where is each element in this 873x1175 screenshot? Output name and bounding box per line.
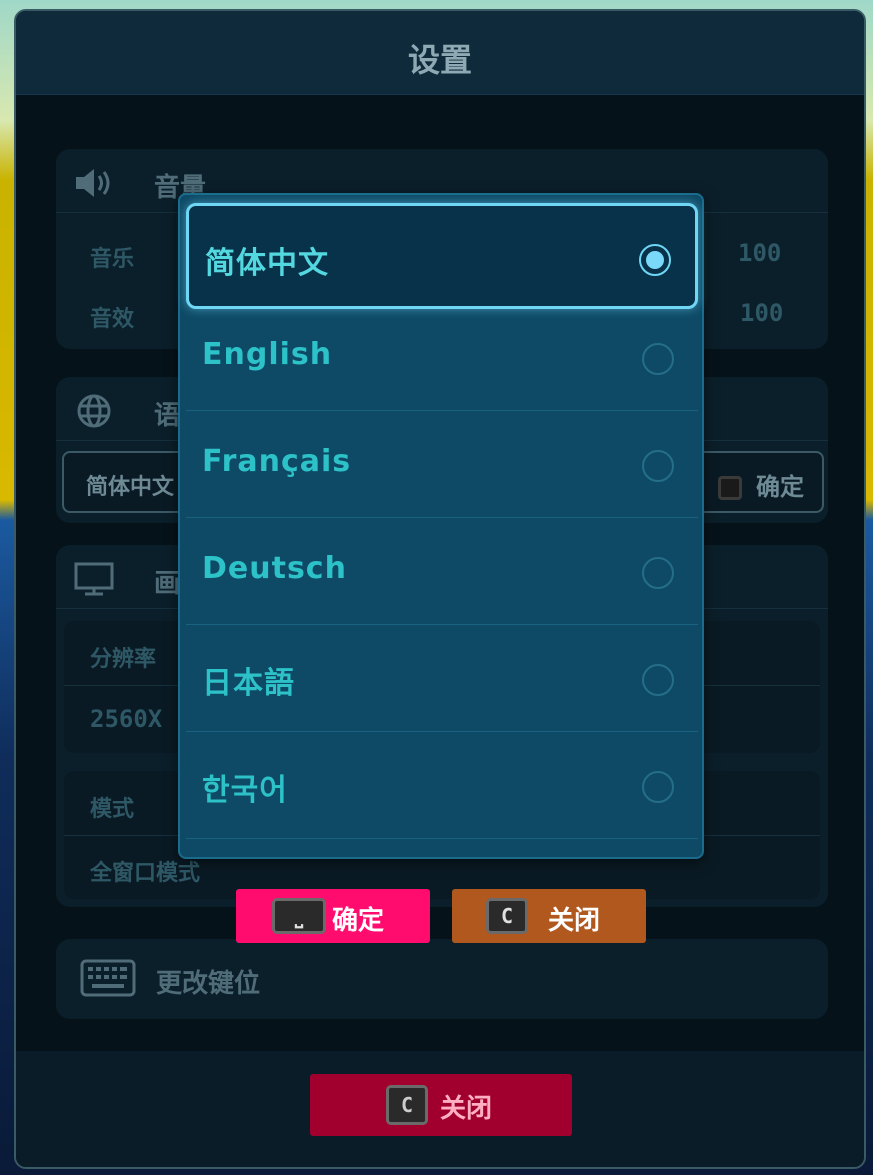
- music-value[interactable]: 100: [738, 239, 781, 267]
- radio-icon: [642, 343, 674, 375]
- language-confirm-label: 确定: [756, 473, 804, 501]
- dropdown-confirm-button[interactable]: ⎵ 确定: [236, 889, 430, 943]
- language-select-value: 简体中文: [86, 475, 175, 500]
- language-dropdown[interactable]: 简体中文 English Français Deutsch 日本語 한국어: [178, 193, 704, 859]
- language-option-ja[interactable]: 日本語: [186, 626, 698, 732]
- music-label: 音乐: [90, 247, 135, 272]
- dropdown-confirm-label: 确定: [332, 906, 385, 936]
- radio-icon: [642, 450, 674, 482]
- option-label: English: [202, 337, 333, 372]
- space-key-icon: ⎵: [272, 898, 326, 934]
- footer-close-button[interactable]: C 关闭: [310, 1074, 572, 1136]
- settings-header: 设置: [16, 11, 864, 95]
- radio-icon: [642, 771, 674, 803]
- option-label: 한국어: [202, 773, 288, 808]
- sfx-label: 音效: [90, 307, 135, 332]
- language-header-label: 语: [154, 401, 181, 431]
- language-confirm-button[interactable]: 确定: [718, 467, 804, 502]
- option-label: Français: [202, 444, 352, 479]
- footer-close-label: 关闭: [440, 1094, 493, 1124]
- mode-label: 模式: [90, 797, 135, 822]
- resolution-label: 分辨率: [90, 647, 157, 672]
- radio-icon: [642, 664, 674, 696]
- sfx-value[interactable]: 100: [740, 299, 783, 327]
- dropdown-close-label: 关闭: [548, 906, 601, 936]
- display-header-label: 画: [154, 569, 181, 599]
- language-option-ko[interactable]: 한국어: [186, 733, 698, 839]
- language-option-en[interactable]: English: [186, 305, 698, 411]
- option-label: 日本語: [202, 666, 295, 701]
- radio-icon: [642, 557, 674, 589]
- language-option-fr[interactable]: Français: [186, 412, 698, 518]
- language-option-de[interactable]: Deutsch: [186, 519, 698, 625]
- keyboard-icon: [80, 959, 136, 997]
- c-key-icon: C: [486, 898, 528, 934]
- c-key-icon: C: [386, 1085, 428, 1125]
- keybind-row[interactable]: 更改键位: [56, 939, 828, 1019]
- option-label: Deutsch: [202, 551, 347, 586]
- dropdown-close-button[interactable]: C 关闭: [452, 889, 646, 943]
- speaker-icon: [76, 169, 110, 197]
- monitor-icon: [74, 562, 114, 596]
- option-label: 简体中文: [205, 246, 329, 281]
- radio-selected-icon: [639, 244, 671, 276]
- resolution-value: 2560X: [90, 705, 163, 733]
- mode-value: 全窗口模式: [90, 861, 201, 886]
- key-icon: [718, 476, 742, 500]
- globe-icon: [77, 394, 111, 428]
- page-title: 设置: [407, 41, 472, 79]
- keybind-label: 更改键位: [156, 969, 261, 999]
- language-option-zh[interactable]: 简体中文: [186, 203, 698, 309]
